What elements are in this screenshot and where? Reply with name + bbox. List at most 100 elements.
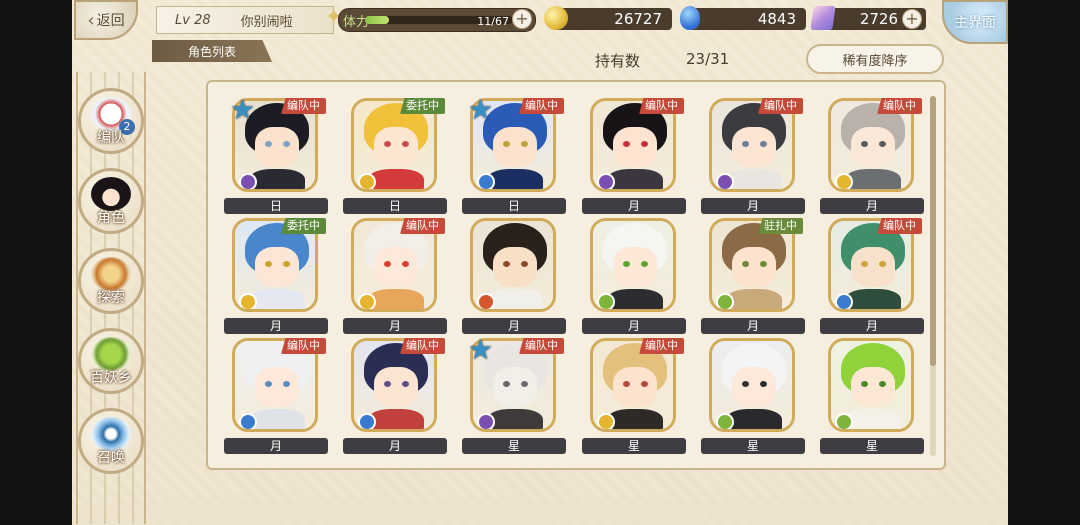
player-name: 你别闹啦 [240, 14, 293, 30]
portrait-face [732, 367, 776, 407]
portrait-eye [503, 381, 510, 387]
add-crystal-button[interactable]: + [902, 9, 922, 29]
sidebar-item-explore[interactable]: 探索 [78, 248, 144, 314]
sidebar-item-village[interactable]: 百妖乡 [78, 328, 144, 394]
stamina-bar: 体力 11/67 [338, 8, 536, 32]
portrait-face [374, 247, 418, 287]
portrait-eye [521, 141, 528, 147]
gold-value: 26727 [614, 10, 662, 28]
character-card[interactable]: 月 [582, 218, 686, 336]
status-tag: 编队中 [400, 218, 445, 234]
sidebar-item-label: 编队 [97, 130, 125, 146]
portrait-eye [623, 141, 630, 147]
character-card[interactable]: 委托中月 [224, 218, 328, 336]
character-card[interactable]: 编队中星 [582, 338, 686, 456]
portrait-body [249, 409, 305, 429]
sort-label: 稀有度降序 [842, 53, 908, 69]
portrait-body [726, 169, 782, 189]
status-tag: 驻扎中 [758, 218, 803, 234]
element-icon [597, 413, 615, 429]
rarity-label: 日 [224, 198, 328, 214]
character-card[interactable]: 委托中日 [343, 98, 447, 216]
portrait-eye [641, 141, 648, 147]
status-tag: 编队中 [281, 98, 326, 114]
portrait-eye [503, 141, 510, 147]
rarity-label: 月 [701, 198, 805, 214]
character-card[interactable]: 编队中月 [820, 98, 924, 216]
add-stamina-button[interactable]: + [512, 9, 532, 29]
sidebar-item-label: 角色 [97, 210, 125, 226]
portrait-eye [402, 381, 409, 387]
portrait-face [493, 367, 537, 407]
player-level: Lv 28 [175, 12, 211, 28]
character-card[interactable]: 星 [701, 338, 805, 456]
tab-character-list[interactable]: 角色列表 [152, 40, 272, 62]
sidebar-item-team[interactable]: 2 编队 [78, 88, 144, 154]
gold-counter: 26727 [544, 6, 672, 30]
portrait-eye [265, 261, 272, 267]
app-screen: ‹ 返回 Lv 28 你别闹啦 ✦ 角色列表 体力 11/67 + 26727 … [72, 0, 1008, 525]
character-card[interactable]: ★ 编队中日 [224, 96, 328, 216]
character-card[interactable]: 编队中月 [582, 98, 686, 216]
portrait-face [851, 247, 895, 287]
element-icon [358, 293, 376, 309]
element-icon [835, 293, 853, 309]
rarity-label: 日 [462, 198, 566, 214]
portrait-face [493, 127, 537, 167]
blue-currency-counter: 4843 [680, 6, 806, 30]
sidebar-item-summon[interactable]: 召唤 [78, 408, 144, 474]
character-card[interactable]: ★ 编队中星 [462, 336, 566, 456]
back-arrow-icon: ‹ [87, 9, 95, 31]
character-card[interactable]: ★ 编队中日 [462, 93, 566, 216]
portrait-eye [879, 381, 886, 387]
portrait-eye [742, 141, 749, 147]
character-card[interactable]: 编队中月 [224, 338, 328, 456]
character-card[interactable]: 编队中月 [701, 98, 805, 216]
element-icon [477, 413, 495, 429]
character-card[interactable]: 编队中月 [343, 338, 447, 456]
portrait-eye [742, 381, 749, 387]
portrait-body [487, 169, 543, 189]
character-portrait [470, 218, 556, 312]
portrait-face [732, 247, 776, 287]
portrait-eye [861, 141, 868, 147]
element-icon [358, 173, 376, 189]
right-letterbox [1008, 0, 1080, 525]
portrait-body [845, 409, 901, 429]
portrait-eye [861, 261, 868, 267]
element-icon [835, 173, 853, 189]
status-tag: 委托中 [281, 218, 326, 234]
portrait-eye [861, 381, 868, 387]
owned-count-value: 23/31 [686, 50, 730, 68]
blue-flame-icon [680, 6, 700, 30]
character-card[interactable]: 月 [462, 218, 566, 336]
portrait-body [607, 289, 663, 309]
main-menu-button[interactable]: 主界面 [942, 0, 1008, 44]
sort-rarity-button[interactable]: 稀有度降序 [806, 44, 944, 74]
leader-star-icon: ★ [468, 93, 494, 126]
back-label: 返回 [96, 13, 125, 29]
character-card[interactable]: 编队中月 [820, 218, 924, 336]
status-tag: 编队中 [281, 338, 326, 354]
back-button[interactable]: ‹ 返回 [74, 0, 138, 40]
rarity-label: 星 [462, 438, 566, 454]
portrait-body [845, 169, 901, 189]
element-icon [477, 173, 495, 189]
portrait-eye [760, 261, 767, 267]
rarity-label: 星 [582, 438, 686, 454]
portrait-eye [402, 141, 409, 147]
rarity-label: 月 [820, 318, 924, 334]
character-portrait [828, 338, 914, 432]
character-card[interactable]: 星 [820, 338, 924, 456]
portrait-eye [265, 141, 272, 147]
element-icon [716, 413, 734, 429]
element-icon [716, 293, 734, 309]
grid-scrollbar[interactable] [930, 96, 936, 456]
scrollbar-thumb[interactable] [930, 96, 936, 366]
portrait-face [613, 127, 657, 167]
character-card[interactable]: 编队中月 [343, 218, 447, 336]
character-card[interactable]: 驻扎中月 [701, 218, 805, 336]
portrait-body [249, 289, 305, 309]
gold-coin-icon [544, 6, 568, 30]
sidebar-item-character[interactable]: 角色 [78, 168, 144, 234]
